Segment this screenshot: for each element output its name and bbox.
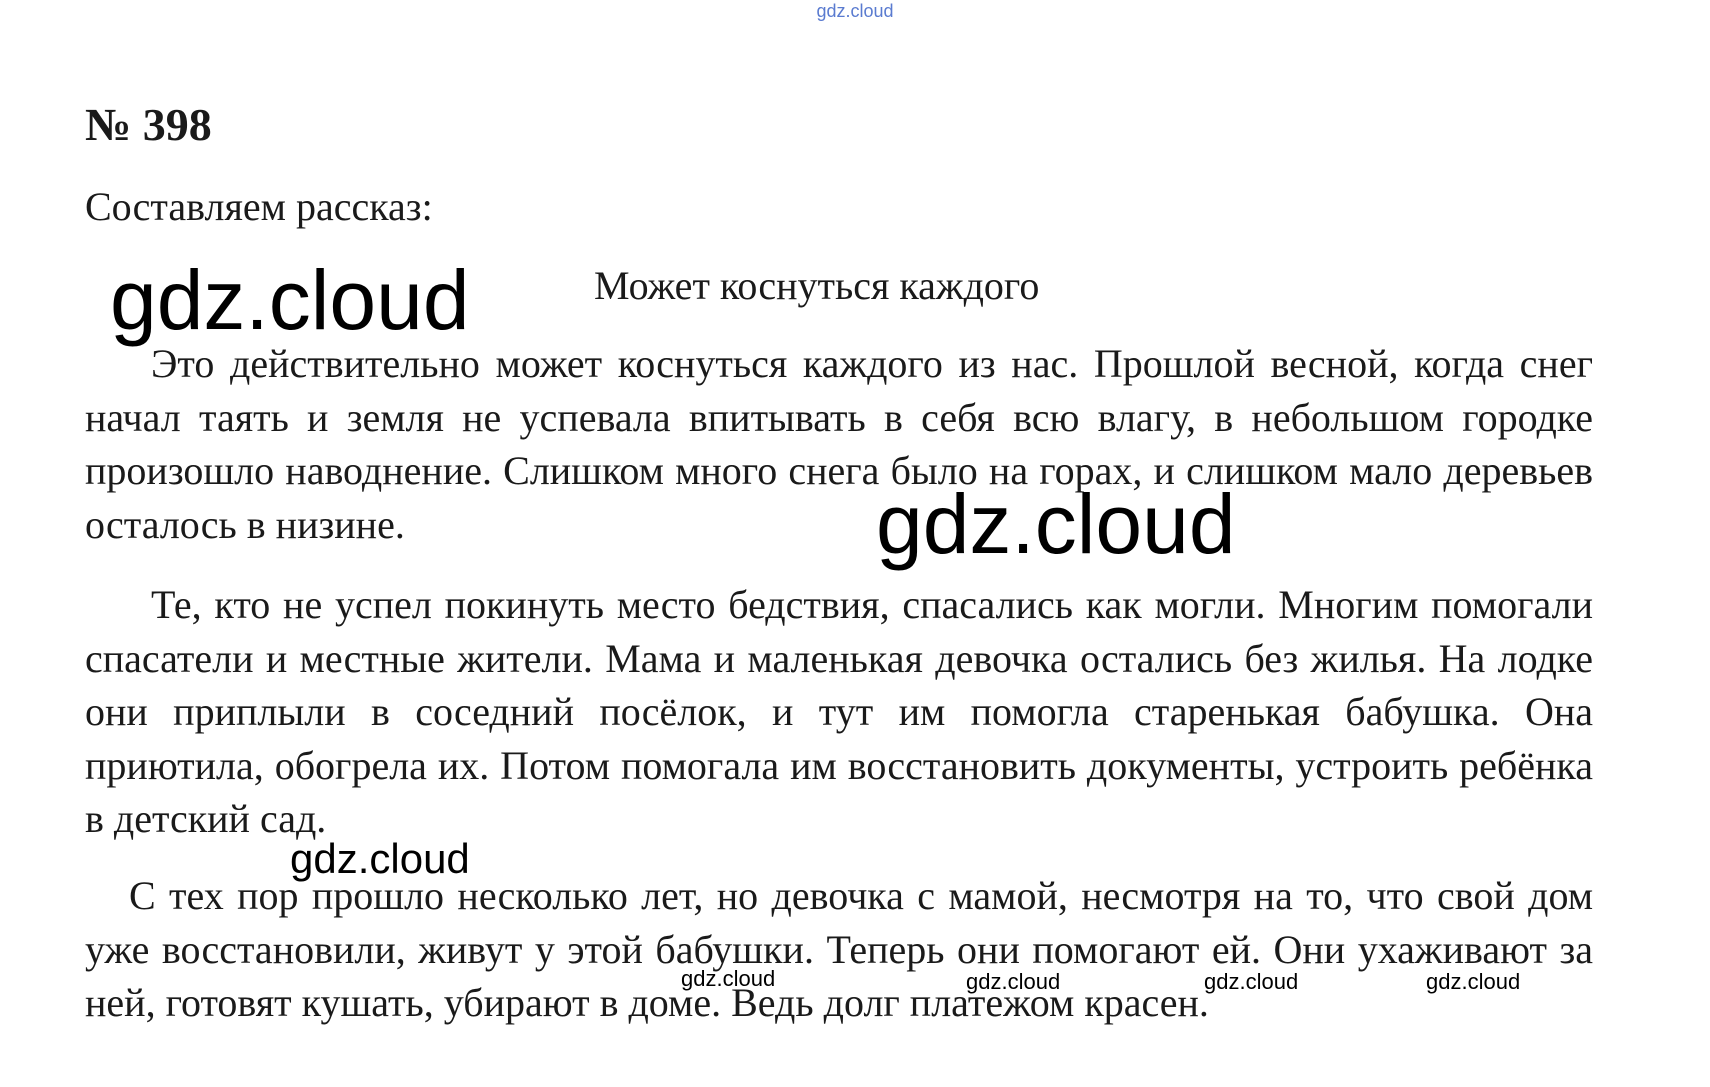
watermark-small-2: gdz.cloud [966,969,1061,994]
watermark-small-1: gdz.cloud [681,966,776,991]
story-paragraph-3: С тех пор прошло несколько лет, но девоч… [85,873,1593,1025]
story-paragraph-2: Те, кто не успел покинуть место бедствия… [85,582,1593,841]
top-watermark: gdz.cloud [816,1,894,21]
watermark-large-right: gdz.cloud [876,477,1236,571]
story-title: Может коснуться каждого [594,263,1040,308]
watermark-small-4: gdz.cloud [1426,969,1521,994]
watermark-small-3: gdz.cloud [1204,969,1299,994]
task-label: Составляем рассказ: [85,184,433,229]
watermark-medium: gdz.cloud [290,835,470,882]
task-number: № 398 [85,99,212,150]
watermark-large-left: gdz.cloud [110,253,470,347]
story-paragraph-1: Это действительно может коснуться каждог… [85,341,1593,547]
